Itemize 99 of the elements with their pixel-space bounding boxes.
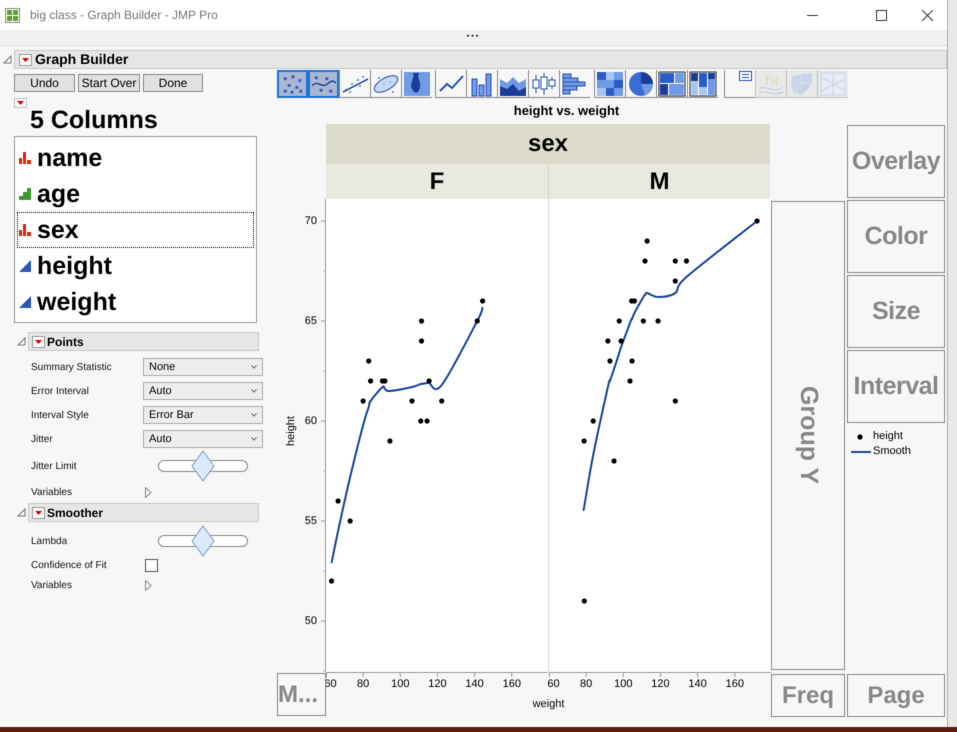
chart-type-button[interactable] — [370, 70, 401, 98]
heatmap-icon — [596, 70, 624, 96]
treemap-icon — [658, 70, 686, 96]
chevron-down-icon — [251, 413, 257, 417]
continuous-column-icon — [19, 296, 31, 308]
chart-type-button[interactable] — [435, 70, 466, 98]
group-header: F — [326, 164, 548, 199]
column-list-item[interactable]: age — [17, 176, 254, 212]
option-label: Jitter Limit — [31, 460, 78, 474]
disclosure-icon[interactable] — [17, 508, 26, 517]
group-header: sex — [326, 124, 770, 164]
mosaic-plot-icon — [689, 70, 717, 96]
axis-tick-label: 120 — [427, 678, 448, 690]
checkbox[interactable] — [145, 558, 158, 572]
dropdown-menu-icon[interactable] — [32, 336, 45, 348]
slider-thumb[interactable] — [191, 525, 215, 557]
columns-title: 5 Columns — [30, 106, 159, 134]
chart-type-button[interactable] — [656, 70, 687, 98]
axis-tick-label: 120 — [650, 678, 671, 690]
column-list-item[interactable]: weight — [17, 284, 254, 320]
dropdown[interactable]: Error Bar — [143, 406, 263, 424]
nominal-column-icon — [19, 224, 31, 236]
axis-tick-label: 65 — [304, 315, 317, 327]
chart-type-button[interactable] — [497, 70, 528, 98]
slider-thumb[interactable] — [191, 450, 215, 482]
toolbar-button[interactable]: Undo — [14, 74, 75, 92]
column-list-item[interactable]: height — [17, 248, 254, 284]
column-list-item[interactable]: sex — [17, 212, 254, 248]
toolbar-button[interactable]: Done — [143, 74, 203, 92]
section-title: Smoother — [47, 504, 104, 522]
column-list-item[interactable]: name — [17, 140, 254, 176]
chart-type-button[interactable] — [594, 70, 625, 98]
chevron-down-icon — [251, 389, 257, 393]
chart-type-button[interactable] — [724, 70, 755, 98]
expand-arrow-icon[interactable] — [145, 580, 152, 590]
chart-type-button[interactable] — [559, 70, 590, 98]
legend-label: Smooth — [873, 444, 911, 460]
axis-tick-label: 80 — [356, 678, 370, 690]
maximize-icon[interactable] — [876, 10, 887, 20]
axis-title: height — [285, 416, 297, 446]
option-label: Lambda — [31, 534, 68, 548]
dropdown-menu-icon[interactable] — [32, 506, 45, 518]
caption-box-icon — [739, 71, 752, 81]
parallel-plot-icon — [819, 70, 847, 96]
axis-tick-label: 55 — [304, 515, 317, 527]
ordinal-column-icon — [19, 188, 31, 200]
axis-tick-label: 160 — [724, 678, 745, 690]
nominal-column-icon — [19, 152, 31, 164]
chart-type-button[interactable] — [687, 70, 718, 98]
option-label: Interval Style — [31, 408, 90, 422]
chart-type-button[interactable] — [625, 70, 656, 98]
chart-type-button[interactable] — [339, 70, 370, 98]
slider[interactable] — [158, 525, 248, 557]
box-plot-icon — [530, 70, 558, 96]
window-title: big class - Graph Builder - JMP Pro — [30, 7, 218, 24]
close-icon[interactable] — [922, 10, 933, 20]
pie-chart-icon — [627, 70, 655, 96]
section-title: Graph Builder — [34, 50, 128, 69]
chart-type-button[interactable] — [401, 70, 432, 98]
chevron-down-icon — [251, 365, 257, 369]
option-label: Jitter — [31, 432, 54, 446]
expand-arrow-icon[interactable] — [145, 486, 152, 498]
slider[interactable] — [158, 450, 248, 482]
option-label: Confidence of Fit — [31, 558, 108, 572]
continuous-column-icon — [19, 260, 31, 272]
axis-tick-label: 80 — [579, 678, 594, 690]
option-label: Variables — [31, 578, 73, 592]
dropdown-menu-icon[interactable] — [14, 98, 27, 108]
section-title: Points — [47, 334, 84, 350]
option-label: Variables — [31, 486, 73, 500]
axis-tick-label: 70 — [304, 215, 317, 227]
axis-title: weight — [532, 698, 564, 710]
legend-label: height — [873, 429, 903, 444]
group-header: M — [549, 164, 770, 199]
axis-tick-label: 140 — [687, 678, 708, 690]
line-swatch-icon — [851, 450, 871, 454]
axis-tick-label: 100 — [613, 678, 634, 690]
chevron-down-icon — [251, 437, 257, 441]
axis-tick-label: 60 — [304, 415, 317, 427]
chart-type-button[interactable] — [528, 70, 559, 98]
dropdown-menu-icon[interactable] — [18, 54, 32, 66]
axis-tick-label: 60 — [546, 678, 561, 690]
chart-type-button[interactable] — [466, 70, 497, 98]
axis-tick-label: 140 — [464, 678, 485, 690]
disclosure-icon[interactable] — [17, 337, 26, 346]
toolbar-button[interactable]: Start Over — [78, 74, 140, 92]
disclosure-icon[interactable] — [3, 55, 12, 64]
app-icon — [5, 8, 20, 22]
axis-tick-label: 160 — [502, 678, 522, 690]
dropdown[interactable]: Auto — [143, 382, 263, 400]
marker-dot-icon — [857, 434, 863, 440]
option-label: Error Interval — [31, 384, 90, 398]
axis-tick-label: 100 — [390, 678, 410, 690]
axis-tick-label: 50 — [304, 615, 317, 627]
dropdown[interactable]: None — [143, 358, 263, 376]
graph-title: height vs. weight — [514, 102, 620, 120]
dropdown[interactable]: Auto — [143, 430, 263, 448]
contour-icon — [403, 70, 431, 96]
option-label: Summary Statistic — [31, 360, 113, 374]
